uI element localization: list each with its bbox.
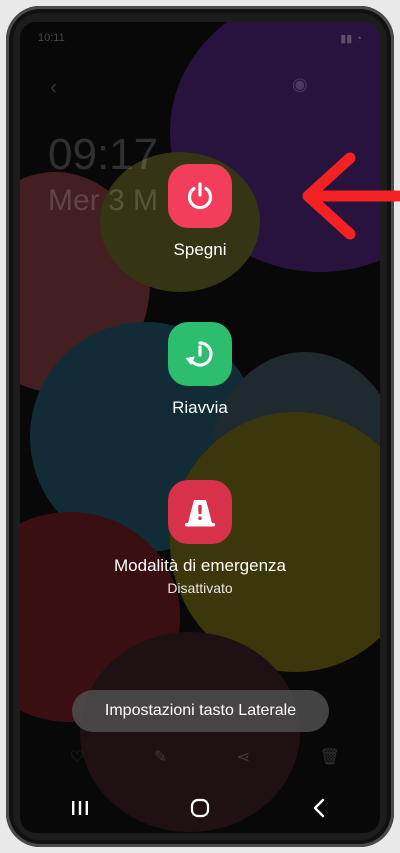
- trash-icon-faint: 🗑: [319, 749, 340, 766]
- recents-button[interactable]: [50, 788, 110, 828]
- back-button[interactable]: [290, 788, 350, 828]
- restart-label: Riavvia: [172, 398, 228, 417]
- pencil-icon-faint: ✎: [153, 749, 168, 766]
- side-key-settings-button[interactable]: Impostazioni tasto Laterale: [72, 690, 329, 732]
- share-icon-faint: ⋖: [236, 749, 251, 766]
- emergency-mode-label: Modalità di emergenza: [114, 556, 286, 575]
- back-icon: [313, 798, 325, 818]
- emergency-mode-button[interactable]: Modalità di emergenza Disattivato: [20, 480, 380, 596]
- emergency-mode-status: Disattivato: [167, 580, 233, 596]
- ghost-action-row: ♡ ✎ ⋖ 🗑: [70, 747, 340, 767]
- emergency-mode-icon: [168, 480, 232, 544]
- restart-icon: [168, 322, 232, 386]
- power-icon: [168, 164, 232, 228]
- power-off-label: Spegni: [173, 240, 227, 259]
- recents-icon: [72, 801, 88, 815]
- home-icon: [190, 798, 210, 818]
- annotation-arrow-icon: [302, 152, 400, 240]
- phone-screen: 10:11 ▮▮ ◔ ‹ ◉ 09:17 Mer 3 M Spegni Riav…: [20, 22, 380, 833]
- home-button[interactable]: [170, 788, 230, 828]
- restart-button[interactable]: Riavvia: [20, 322, 380, 418]
- navigation-bar: [20, 783, 380, 833]
- heart-icon-faint: ♡: [70, 749, 85, 766]
